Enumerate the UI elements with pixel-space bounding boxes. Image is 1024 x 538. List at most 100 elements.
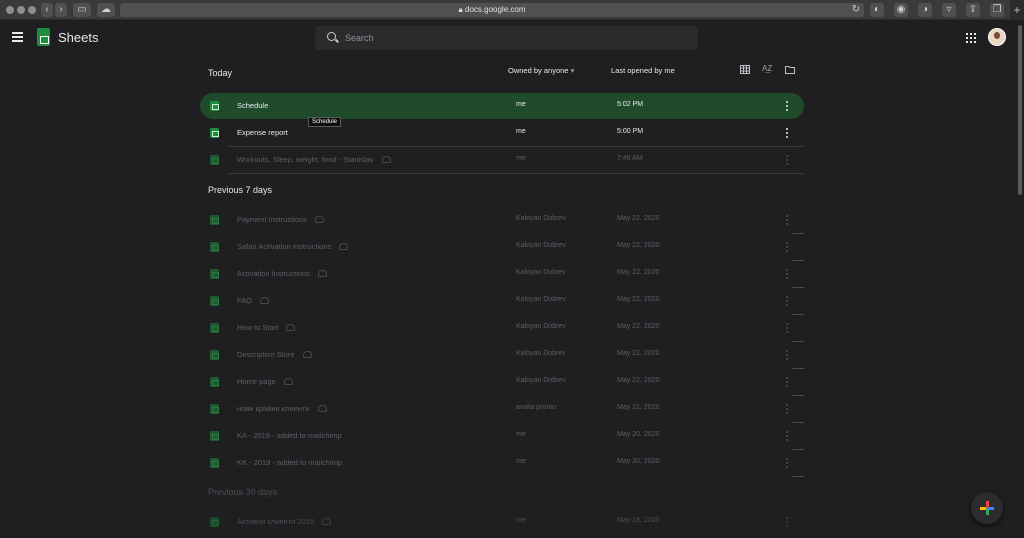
file-owner: Kaloyan Dobrev (516, 323, 566, 330)
file-owner: me (516, 517, 526, 524)
main-menu-icon[interactable] (12, 32, 23, 42)
more-options-icon[interactable] (786, 296, 789, 306)
more-options-icon[interactable] (786, 377, 789, 387)
extension-target-icon[interactable]: ◉ (894, 3, 908, 17)
file-owner: me (516, 128, 526, 135)
extension-moon-icon[interactable]: ◑ (918, 3, 932, 17)
more-options-icon[interactable] (786, 269, 789, 279)
file-last-opened: May 20, 2020 (617, 458, 660, 465)
page-scrollbar[interactable] (1016, 21, 1024, 538)
owned-by-filter-label: Owned by anyone (508, 66, 569, 75)
new-spreadsheet-button[interactable] (971, 492, 1003, 524)
search-box[interactable] (315, 26, 698, 50)
file-row[interactable]: Home page Kaloyan Dobrev May 22, 2020 (200, 369, 804, 395)
file-name: Home page (237, 377, 276, 386)
file-owner: me (516, 155, 526, 162)
file-row[interactable]: нови крайни клиенти avalia promo May 21, 2… (200, 396, 804, 422)
scrollbar-thumb[interactable] (1018, 25, 1022, 195)
more-options-icon[interactable] (786, 458, 789, 468)
more-options-icon[interactable] (786, 215, 789, 225)
file-name: How to Start (237, 323, 279, 332)
file-owner: Kaloyan Dobrev (516, 215, 566, 222)
file-row[interactable]: Workouts, Sleep, weight, food - Stanisla… (200, 147, 804, 173)
sheets-file-icon (210, 215, 219, 225)
file-row[interactable]: Activation Instructions Kaloyan Dobrev May… (200, 261, 804, 287)
file-row[interactable]: Schedule me 5:02 PM (200, 93, 804, 119)
shared-icon (303, 351, 312, 358)
file-name: Активни клиенти 2019 (237, 517, 315, 526)
file-row[interactable]: KA - 2019 - added to mailchimp me May 20, … (200, 423, 804, 449)
file-row[interactable]: Expense report me 5:00 PM (200, 120, 804, 146)
sheets-file-icon (210, 155, 219, 165)
sort-az-icon[interactable]: A͢Z (762, 64, 772, 73)
file-row[interactable]: FAQ Kaloyan Dobrev May 22, 2020 (200, 288, 804, 314)
search-icon[interactable] (327, 32, 336, 41)
more-options-icon[interactable] (786, 323, 789, 333)
row-divider (792, 476, 804, 477)
address-bar[interactable]: 🔒︎ docs.google.com (120, 3, 864, 17)
shared-icon (286, 324, 295, 331)
file-row[interactable]: Description Store Kaloyan Dobrev May 22, 2… (200, 342, 804, 368)
grid-view-icon[interactable] (740, 65, 750, 74)
file-owner: Kaloyan Dobrev (516, 377, 566, 384)
sheets-file-icon (210, 350, 219, 360)
file-row[interactable]: Safari Activation Instructions Kaloyan Do… (200, 234, 804, 260)
file-last-opened: May 21, 2020 (617, 404, 660, 411)
lock-icon: 🔒︎ (458, 5, 463, 14)
sheets-file-icon (210, 101, 219, 111)
folder-icon[interactable] (785, 65, 795, 74)
file-last-opened: 7:46 AM (617, 155, 643, 162)
file-name: FAQ (237, 296, 253, 305)
share-icon[interactable]: ⇪ (966, 3, 980, 17)
file-row[interactable]: Активни клиенти 2019 me May 18, 2020 (200, 509, 804, 535)
close-window-icon[interactable] (6, 6, 14, 14)
shared-icon (339, 243, 348, 250)
maximize-window-icon[interactable] (28, 6, 36, 14)
back-icon[interactable]: ‹ (41, 3, 53, 17)
dropdown-arrow-icon: ▾ (570, 66, 575, 75)
avatar[interactable] (988, 28, 1006, 46)
cloud-icon[interactable]: ☁ (97, 3, 115, 17)
file-row[interactable]: KK - 2019 - added to mailchimp me May 20, … (200, 450, 804, 476)
address-bar-url: docs.google.com (465, 5, 526, 14)
shared-icon (284, 378, 293, 385)
more-options-icon[interactable] (786, 431, 789, 441)
file-owner: me (516, 431, 526, 438)
file-last-opened: 5:00 PM (617, 128, 644, 135)
more-options-icon[interactable] (786, 101, 789, 111)
file-name: Safari Activation Instructions (237, 242, 332, 251)
section-previous-7-days: Previous 7 days (208, 185, 273, 195)
owned-by-filter[interactable]: Owned by anyone ▾ (508, 66, 574, 75)
file-name: Expense report (237, 128, 288, 137)
sort-last-opened[interactable]: Last opened by me (611, 66, 675, 75)
file-name: нови крайни клиенти (237, 404, 310, 413)
file-owner: me (516, 458, 526, 465)
more-options-icon[interactable] (786, 128, 789, 138)
sidebar-icon[interactable]: ▭ (73, 3, 91, 17)
more-options-icon[interactable] (786, 517, 789, 527)
search-input[interactable] (345, 31, 685, 45)
reload-icon[interactable]: ↻ (851, 3, 861, 17)
more-options-icon[interactable] (786, 350, 789, 360)
more-options-icon[interactable] (786, 242, 789, 252)
file-row[interactable]: Payment Instructions Kaloyan Dobrev May 22… (200, 207, 804, 233)
new-tab-button[interactable]: + (1010, 0, 1024, 20)
pocket-icon[interactable]: ▿ (942, 3, 956, 17)
file-owner: me (516, 101, 526, 108)
forward-icon[interactable]: › (55, 3, 67, 17)
sheets-logo-icon[interactable] (37, 28, 50, 46)
tabs-overview-icon[interactable]: ❐ (990, 3, 1004, 17)
sheets-file-icon (210, 323, 219, 333)
shared-icon (318, 270, 327, 277)
extension-shield-icon[interactable]: ◐ (870, 3, 884, 17)
file-row[interactable]: How to Start Kaloyan Dobrev May 22, 2020 (200, 315, 804, 341)
file-last-opened: May 22, 2020 (617, 323, 660, 330)
more-options-icon[interactable] (786, 404, 789, 414)
shared-icon (260, 297, 269, 304)
file-owner: Kaloyan Dobrev (516, 350, 566, 357)
google-apps-icon[interactable] (966, 33, 976, 43)
shared-icon (318, 405, 327, 412)
minimize-window-icon[interactable] (17, 6, 25, 14)
more-options-icon[interactable] (786, 155, 789, 165)
file-owner: Kaloyan Dobrev (516, 296, 566, 303)
